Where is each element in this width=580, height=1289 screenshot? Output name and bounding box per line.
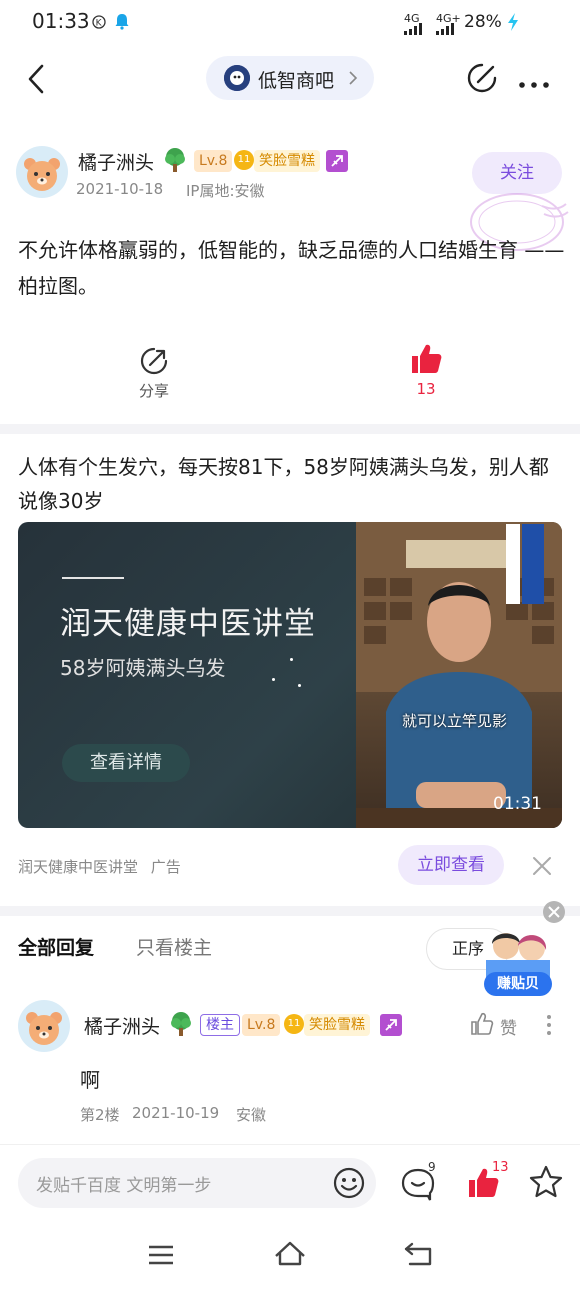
reply-author-avatar[interactable] xyxy=(18,1000,70,1052)
level-badge: Lv.8 xyxy=(194,150,233,172)
ad-action-button[interactable]: 立即查看 xyxy=(398,845,504,885)
more-icon[interactable] xyxy=(518,74,550,88)
reply-content: 啊 xyxy=(80,1068,100,1092)
promo-label: 赚贴贝 xyxy=(484,972,552,996)
reply-more-icon[interactable] xyxy=(546,1014,552,1040)
reply-like-button[interactable]: 赞 xyxy=(470,1012,522,1040)
post-content: 不允许体格羸弱的，低智能的，缺乏品德的人口结婚生育 —— 柏拉图。 xyxy=(18,238,565,298)
like-thumb-icon xyxy=(412,344,442,373)
post-ip: IP属地:安徽 xyxy=(186,182,265,200)
star-favorite-icon[interactable] xyxy=(528,1164,564,1204)
ad-card-subtitle: 58岁阿姨满头乌发 xyxy=(60,656,226,680)
comment-button[interactable]: 9 xyxy=(400,1160,440,1204)
ad-card-rule xyxy=(62,577,124,579)
post-date: 2021-10-18 xyxy=(76,180,164,198)
reply-author-name[interactable]: 橘子洲头 xyxy=(84,1012,160,1039)
edit-icon[interactable] xyxy=(466,62,498,94)
bottom-like-button[interactable]: 13 xyxy=(466,1160,512,1202)
sparkle-dot xyxy=(272,678,275,681)
chevron-right-icon xyxy=(348,70,358,90)
ad-tag: 广告 xyxy=(150,858,181,876)
promo-widget[interactable]: 赚贴贝 xyxy=(482,926,554,998)
ad-card-cta[interactable]: 查看详情 xyxy=(62,744,190,782)
share-button[interactable]: 分享 xyxy=(120,346,188,401)
ad-card[interactable]: 润天健康中医讲堂 58岁阿姨满头乌发 查看详情 就可以立竿见影 01:31 xyxy=(18,522,562,828)
sparkle-dot xyxy=(290,658,293,661)
share-label: 分享 xyxy=(138,382,169,400)
author-name[interactable]: 橘子洲头 xyxy=(78,148,154,175)
sparkle-dot xyxy=(298,684,301,687)
share-icon xyxy=(140,347,168,375)
forum-name: 低智商吧 xyxy=(258,70,335,92)
close-promo-icon[interactable] xyxy=(542,900,566,928)
ad-video-image xyxy=(356,522,562,828)
bell-icon xyxy=(114,12,130,34)
battery-percent: 28% xyxy=(464,12,502,32)
section-divider xyxy=(0,424,580,434)
ad-title[interactable]: 人体有个生发穴，每天按81下，58岁阿姨满头乌发，别人都说像30岁 xyxy=(18,450,568,518)
reply-like-label: 赞 xyxy=(500,1019,517,1039)
promo-characters-icon xyxy=(486,933,550,978)
tab-all-replies[interactable]: 全部回复 xyxy=(18,933,94,960)
reply-input[interactable]: 发贴千百度 文明第一步 xyxy=(18,1158,376,1208)
section-divider xyxy=(0,906,580,916)
forum-pill[interactable]: 低智商吧 xyxy=(206,56,374,100)
ad-card-title: 润天健康中医讲堂 xyxy=(60,606,316,642)
signal-icon-1 xyxy=(404,20,428,39)
tree-icon xyxy=(168,1011,194,1041)
reply-level-badge: Lv.8 xyxy=(242,1014,281,1036)
system-navigation-bar xyxy=(0,1220,580,1289)
ad-source: 润天健康中医讲堂 广告 xyxy=(18,856,181,877)
back-button[interactable] xyxy=(22,62,52,96)
like-count: 13 xyxy=(416,380,436,398)
medal-badge: 笑脸雪糕 xyxy=(254,150,320,172)
signal-icon-2 xyxy=(436,20,460,39)
emoji-icon[interactable] xyxy=(332,1166,366,1204)
ad-video-caption: 就可以立竿见影 xyxy=(402,712,508,730)
tab-only-op[interactable]: 只看楼主 xyxy=(136,933,212,960)
ad-video-duration: 01:31 xyxy=(493,794,542,814)
forum-avatar xyxy=(224,65,250,91)
reply-input-placeholder: 发贴千百度 文明第一步 xyxy=(36,1176,212,1196)
ad-video-thumbnail[interactable]: 就可以立竿见影 01:31 xyxy=(356,522,562,828)
post-page: 01:33 K 4G 4G+ 28% 低智商吧 橘子洲头 Lv.8 11 笑脸雪… xyxy=(0,0,580,1289)
zodiac-sagittarius-icon xyxy=(380,1014,402,1036)
ad-source-name: 润天健康中医讲堂 xyxy=(18,858,139,876)
status-bar: 01:33 K 4G 4G+ 28% xyxy=(0,0,580,46)
thumb-up-outline-icon xyxy=(471,1012,494,1035)
reply-floor: 第2楼 xyxy=(80,1106,120,1124)
battery-charging-icon xyxy=(506,12,520,36)
home-icon[interactable] xyxy=(274,1240,306,1270)
like-button[interactable]: 13 xyxy=(392,342,460,398)
close-ad-icon[interactable] xyxy=(532,856,552,880)
back-nav-icon[interactable] xyxy=(404,1242,434,1270)
medal-icon: 11 xyxy=(234,150,254,170)
notification-k-icon: K xyxy=(92,14,106,33)
bottom-like-count: 13 xyxy=(492,1160,509,1175)
reply-date: 2021-10-19 xyxy=(132,1104,220,1122)
author-avatar[interactable] xyxy=(16,146,68,198)
zodiac-sagittarius-icon xyxy=(326,150,348,172)
reply-medal-icon: 11 xyxy=(284,1014,304,1034)
menu-icon[interactable] xyxy=(148,1244,174,1270)
status-time: 01:33 xyxy=(32,9,90,33)
reply-location: 安徽 xyxy=(236,1106,267,1124)
tree-icon xyxy=(162,147,188,177)
comment-count: 9 xyxy=(428,1160,436,1174)
reply-medal-badge: 笑脸雪糕 xyxy=(304,1014,370,1036)
op-badge: 楼主 xyxy=(200,1014,240,1036)
